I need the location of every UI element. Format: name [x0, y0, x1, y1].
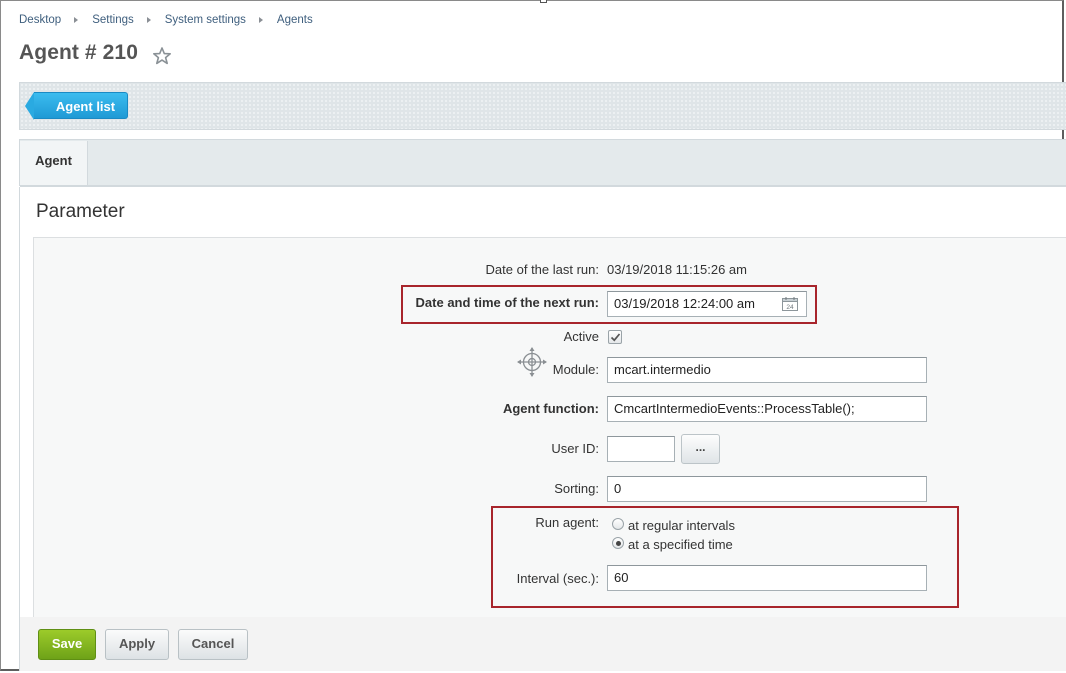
- apply-button[interactable]: Apply: [105, 629, 169, 660]
- save-button[interactable]: Save: [38, 629, 96, 660]
- checkmark-icon: [610, 333, 621, 342]
- agent-function-label: Agent function:: [502, 401, 599, 416]
- module-input[interactable]: mcart.intermedio: [607, 357, 927, 383]
- page-title: Agent # 210: [19, 41, 138, 64]
- cancel-button[interactable]: Cancel: [178, 629, 248, 660]
- toolbar: Agent list: [19, 82, 1066, 130]
- chevron-right-icon: [146, 17, 151, 23]
- move-cursor-icon: [517, 347, 547, 377]
- module-label: Module:: [552, 362, 599, 377]
- breadcrumb-settings[interactable]: Settings: [92, 14, 134, 26]
- content-panel: Parameter Date of the last run: 03/19/20…: [19, 187, 1066, 671]
- active-label: Active: [563, 329, 599, 344]
- breadcrumb: Desktop Settings System settings Agents: [19, 13, 313, 27]
- chevron-right-icon: [74, 17, 79, 23]
- user-id-label: User ID:: [551, 441, 599, 456]
- radio-specified-time[interactable]: [612, 537, 624, 549]
- breadcrumb-agents[interactable]: Agents: [277, 14, 313, 26]
- form-card: Parameter Date of the last run: 03/19/20…: [20, 187, 1066, 617]
- active-checkbox[interactable]: [608, 330, 622, 344]
- breadcrumb-desktop[interactable]: Desktop: [19, 14, 61, 26]
- interval-input[interactable]: 60: [607, 565, 927, 591]
- resize-handle[interactable]: [540, 0, 547, 3]
- breadcrumb-system-settings[interactable]: System settings: [165, 14, 246, 26]
- sorting-input[interactable]: 0: [607, 476, 927, 502]
- user-id-input[interactable]: [607, 436, 675, 462]
- next-run-label: Date and time of the next run:: [415, 295, 599, 310]
- run-agent-label: Run agent:: [535, 515, 599, 530]
- user-select-button[interactable]: ...: [681, 434, 720, 464]
- next-run-input[interactable]: 03/19/2018 12:24:00 am: [607, 291, 807, 317]
- agent-list-button[interactable]: Agent list: [25, 92, 128, 120]
- form-area: Date of the last run: 03/19/2018 11:15:2…: [33, 237, 1066, 617]
- interval-label: Interval (sec.):: [516, 571, 599, 586]
- last-run-value: 03/19/2018 11:15:26 am: [607, 262, 747, 277]
- radio-specified-time-label[interactable]: at a specified time: [628, 537, 733, 552]
- calendar-icon[interactable]: 24: [782, 297, 798, 311]
- star-icon[interactable]: [152, 46, 172, 66]
- radio-regular-intervals-label[interactable]: at regular intervals: [628, 518, 735, 533]
- chevron-right-icon: [258, 17, 263, 23]
- tab-strip: Agent: [19, 139, 1066, 187]
- section-title: Parameter: [36, 201, 125, 222]
- last-run-label: Date of the last run:: [485, 262, 599, 277]
- tab-agent[interactable]: Agent: [20, 141, 88, 186]
- svg-text:24: 24: [786, 304, 794, 311]
- agent-function-input[interactable]: CmcartIntermedioEvents::ProcessTable();: [607, 396, 927, 422]
- sorting-label: Sorting:: [554, 481, 599, 496]
- radio-regular-intervals[interactable]: [612, 518, 624, 530]
